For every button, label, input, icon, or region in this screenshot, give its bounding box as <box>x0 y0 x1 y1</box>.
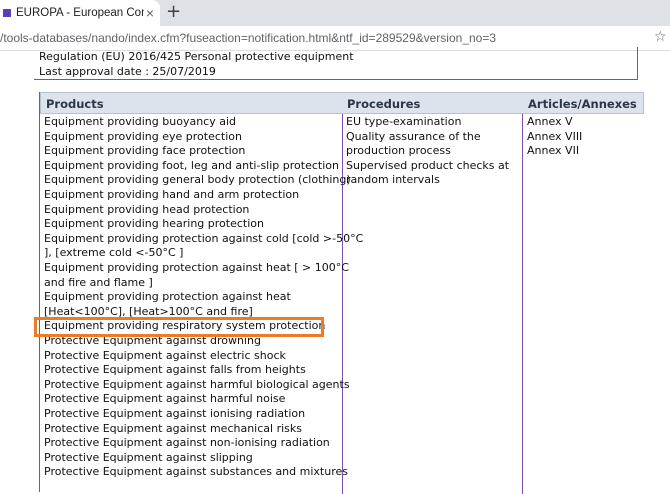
product-line: Protective Equipment against substances … <box>44 465 348 479</box>
product-line: Protective Equipment against falls from … <box>44 363 306 377</box>
product-line: Equipment providing protection against h… <box>44 261 349 274</box>
regulation-title: Regulation (EU) 2016/425 Personal protec… <box>39 50 354 63</box>
annex-line: Annex VII <box>527 144 580 158</box>
tab-bar: EUROPA - European Commission × + <box>0 0 670 26</box>
products-table: Products Procedures Articles/Annexes Equ… <box>39 92 645 494</box>
column-divider <box>342 114 343 494</box>
product-line: Protective Equipment against non-ionisin… <box>44 436 330 450</box>
highlight-box <box>34 317 324 337</box>
browser-tab[interactable]: EUROPA - European Commission × <box>0 0 160 26</box>
header-procedures: Procedures <box>347 97 421 111</box>
close-icon[interactable]: × <box>146 5 154 21</box>
procedure-line: production process <box>346 144 451 158</box>
product-line: Equipment providing head protection <box>44 202 250 216</box>
favicon-icon <box>3 9 11 17</box>
header-annexes: Articles/Annexes <box>528 97 637 111</box>
product-line: Protective Equipment against slipping <box>44 450 253 464</box>
column-divider <box>522 114 523 494</box>
product-line: and fire and flame ] <box>44 275 153 289</box>
product-line: Equipment providing hand and arm protect… <box>44 188 300 201</box>
last-approval-date: Last approval date : 25/07/2019 <box>39 65 216 78</box>
header-products: Products <box>46 97 104 111</box>
annex-line: Annex V <box>527 115 573 128</box>
product-line: Equipment providing general body protect… <box>44 173 351 187</box>
procedure-line: Quality assurance of the <box>346 129 481 143</box>
product-line: Protective Equipment against electric sh… <box>44 348 286 362</box>
product-line: ], [extreme cold <-50°C ] <box>44 246 184 260</box>
product-line: Equipment providing protection against c… <box>44 231 364 245</box>
bookmark-star-icon[interactable]: ☆ <box>654 29 667 45</box>
product-line: Equipment providing eye protection <box>44 129 242 143</box>
url-text[interactable]: /tools-databases/nando/index.cfm?fuseact… <box>0 31 496 45</box>
product-line: Protective Equipment against mechanical … <box>44 421 302 435</box>
product-line: Equipment providing face protection <box>44 144 246 158</box>
product-line: Equipment providing foot, leg and anti-s… <box>44 158 339 172</box>
product-line: Protective Equipment against harmful bio… <box>44 377 350 391</box>
procedure-line: Supervised product checks at <box>346 158 510 172</box>
tab-title: EUROPA - European Commission <box>16 7 144 19</box>
procedure-line: EU type-examination <box>346 115 462 128</box>
new-tab-icon[interactable]: + <box>166 2 181 22</box>
product-line: Equipment providing buoyancy aid <box>44 115 236 128</box>
table-header: Products Procedures Articles/Annexes <box>40 92 644 114</box>
product-line: Equipment providing hearing protection <box>44 217 264 231</box>
annex-line: Annex VIII <box>527 129 583 143</box>
product-line: Protective Equipment against ionising ra… <box>44 407 306 420</box>
product-line: Equipment providing protection against h… <box>44 290 291 304</box>
product-line: Protective Equipment against harmful noi… <box>44 392 286 406</box>
regulation-box: Regulation (EU) 2016/425 Personal protec… <box>34 47 638 80</box>
procedure-line: random intervals <box>346 173 440 187</box>
